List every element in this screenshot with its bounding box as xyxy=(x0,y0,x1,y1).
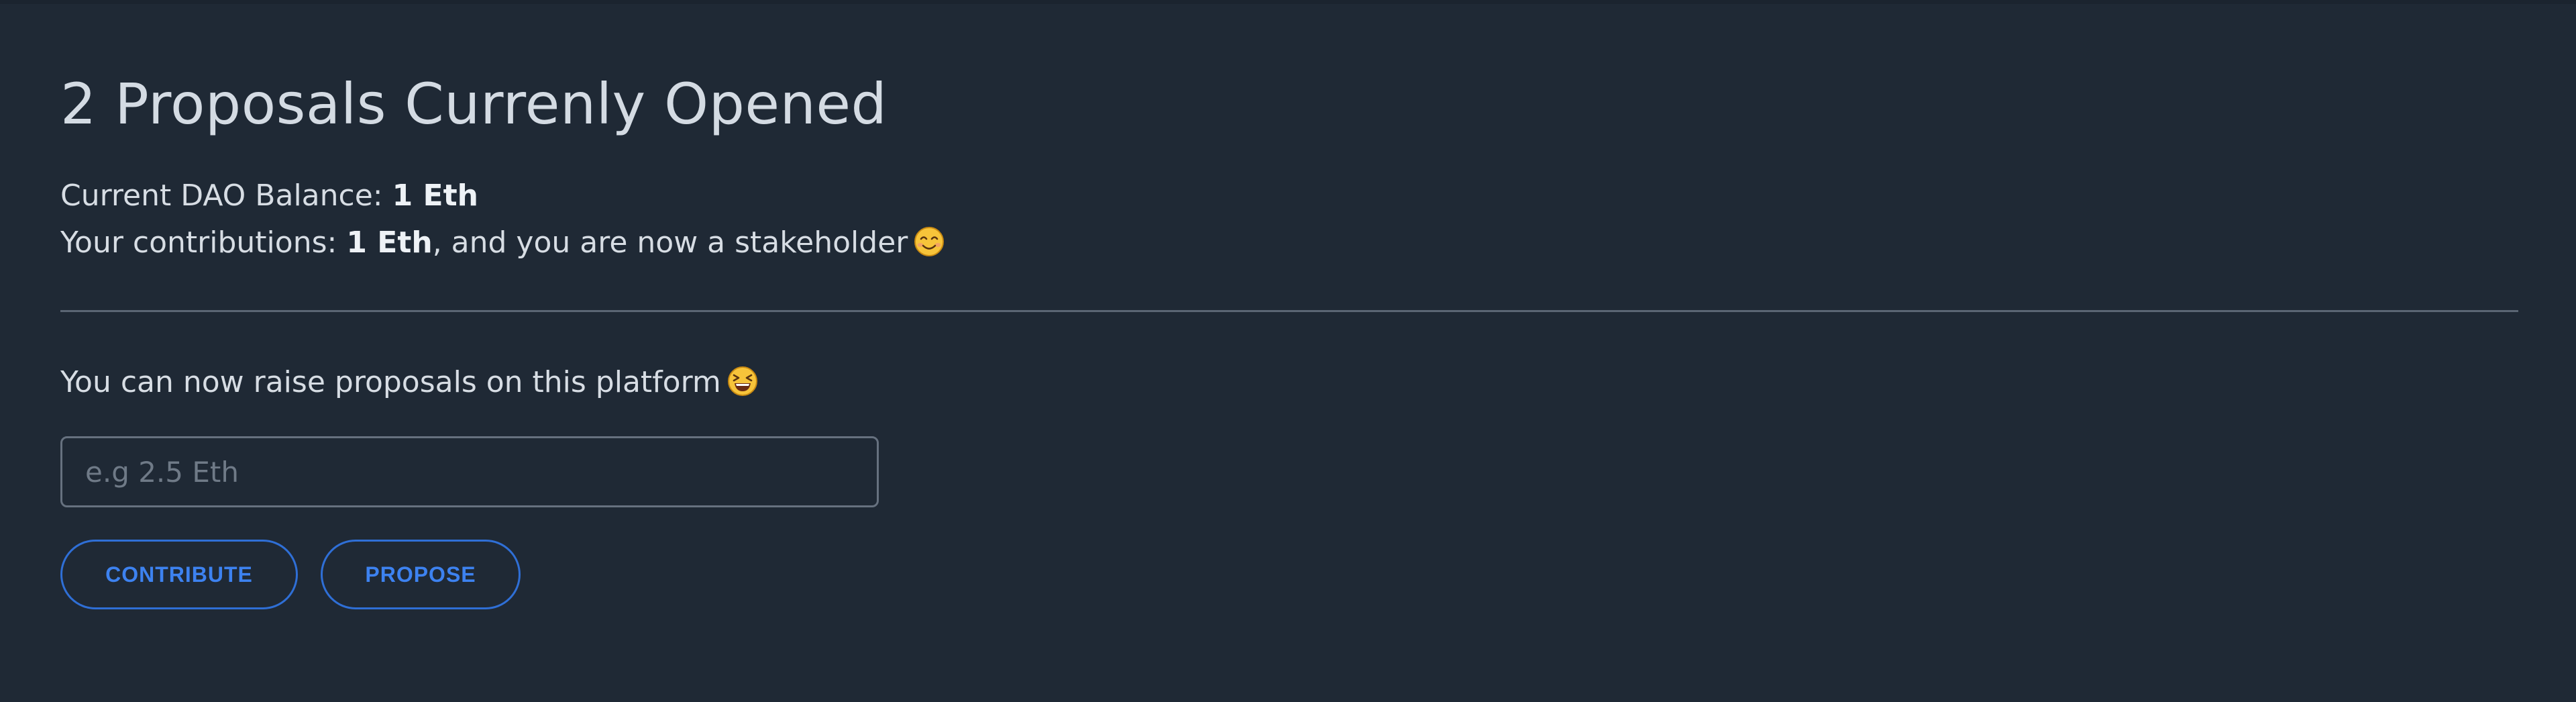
contribution-value: 1 Eth xyxy=(346,225,433,260)
dao-balance-line: Current DAO Balance: 1 Eth xyxy=(60,176,478,216)
contribution-line: Your contributions: 1 Eth, and you are n… xyxy=(60,223,945,263)
top-edge xyxy=(0,0,2576,4)
stakeholder-text: , and you are now a stakeholder xyxy=(432,225,908,260)
propose-button[interactable]: PROPOSE xyxy=(321,540,521,609)
page-title: 2 Proposals Currenly Opened xyxy=(60,71,888,137)
section-divider xyxy=(60,310,2518,312)
raise-proposals-text: You can now raise proposals on this plat… xyxy=(60,365,721,399)
dao-balance-value: 1 Eth xyxy=(392,179,478,213)
smiling-face-icon xyxy=(914,227,945,256)
dao-balance-label: Current DAO Balance: xyxy=(60,179,383,213)
amount-input[interactable] xyxy=(60,436,879,507)
raise-proposals-message: You can now raise proposals on this plat… xyxy=(60,362,759,403)
contribution-label: Your contributions: xyxy=(60,225,337,260)
grinning-squinting-face-icon xyxy=(727,366,757,396)
contribute-button[interactable]: CONTRIBUTE xyxy=(60,540,298,609)
